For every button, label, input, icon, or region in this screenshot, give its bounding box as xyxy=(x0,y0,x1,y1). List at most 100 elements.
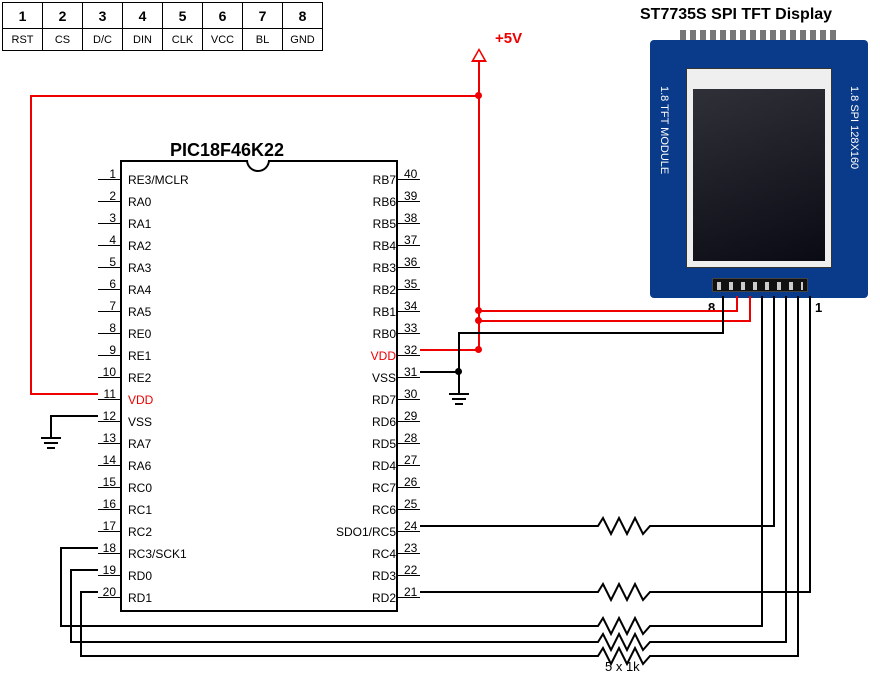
display-side-right: 1.8 SPI 128X160 xyxy=(848,86,860,169)
legend-cell: RST xyxy=(3,29,43,51)
pin-number: 14 xyxy=(92,453,116,467)
wire-vdd-disp-up1 xyxy=(736,296,738,312)
wire-vdd-to-pin32 xyxy=(420,349,480,351)
wire-clk-d xyxy=(761,296,763,627)
power-label: +5V xyxy=(495,30,522,47)
wire-cs-b xyxy=(80,655,590,657)
pin-label: RB7 xyxy=(258,173,396,195)
pin-number: 25 xyxy=(404,497,428,511)
pin-label: RD4 xyxy=(258,459,396,481)
pin-label: RA0 xyxy=(128,195,218,217)
pin-label: RA1 xyxy=(128,217,218,239)
pin-label: RE3/MCLR xyxy=(128,173,218,195)
pin-number: 9 xyxy=(92,343,116,357)
legend-cell: 5 xyxy=(163,3,203,29)
wire-dc-b xyxy=(70,641,590,643)
legend-cell: 6 xyxy=(203,3,243,29)
pin-number: 22 xyxy=(404,563,428,577)
wire-rst-c xyxy=(809,296,811,593)
node xyxy=(475,346,482,353)
wire-gnd12-v xyxy=(50,415,52,437)
pin-label: RB1 xyxy=(258,305,396,327)
schematic: 1 2 3 4 5 6 7 8 RST CS D/C DIN CLK VCC B… xyxy=(0,0,880,660)
pin-number: 34 xyxy=(404,299,428,313)
wire-rst-a xyxy=(420,591,590,593)
pin-number: 10 xyxy=(92,365,116,379)
pin-label: RC0 xyxy=(128,481,218,503)
display-title: ST7735S SPI TFT Display xyxy=(640,6,832,24)
wire-clk-l2 xyxy=(60,547,62,625)
wire-vdd-disp-up2 xyxy=(749,296,751,322)
pin-label: RE1 xyxy=(128,349,218,371)
pin-label: RA7 xyxy=(128,437,218,459)
pin-label: RC3/SCK1 xyxy=(128,547,218,569)
wire-vdd-top xyxy=(30,95,480,97)
pin-label: RC2 xyxy=(128,525,218,547)
wire-gnd-up xyxy=(458,332,460,373)
resistor-icon xyxy=(590,516,660,536)
pin-label: RA4 xyxy=(128,283,218,305)
display-bezel xyxy=(686,68,832,268)
legend-cell: CS xyxy=(43,29,83,51)
pin-label: RD6 xyxy=(258,415,396,437)
pin-label: RD1 xyxy=(128,591,218,613)
wire-gnd12 xyxy=(50,415,98,417)
legend-cell: 2 xyxy=(43,3,83,29)
power-arrow-icon xyxy=(471,48,487,62)
wire-cs-l1 xyxy=(80,591,98,593)
legend-cell: GND xyxy=(283,29,323,51)
wire-vdd-to-pin11 xyxy=(30,393,98,395)
pin-label: RD7 xyxy=(258,393,396,415)
legend-cell: 8 xyxy=(283,3,323,29)
wire-dc-c xyxy=(660,641,787,643)
pin-number: 2 xyxy=(92,189,116,203)
display-pin1-mark: 1 xyxy=(815,300,822,315)
node xyxy=(475,317,482,324)
tft-display: 1.8 TFT MODULE 1.8 SPI 128X160 xyxy=(650,40,868,298)
pin-label: VDD xyxy=(258,349,396,371)
pin-label: RD5 xyxy=(258,437,396,459)
legend-cell: 1 xyxy=(3,3,43,29)
resistor-icon xyxy=(590,582,660,602)
pin-label: RD3 xyxy=(258,569,396,591)
pin-number: 29 xyxy=(404,409,428,423)
pin-label: RB3 xyxy=(258,261,396,283)
pin-number: 8 xyxy=(92,321,116,335)
pin-number: 39 xyxy=(404,189,428,203)
wire-din-c xyxy=(773,296,775,527)
pin-label: SDO1/RC5 xyxy=(258,525,396,547)
wire-gnd31 xyxy=(420,371,460,373)
ground-icon xyxy=(41,437,61,449)
display-side-left: 1.8 TFT MODULE xyxy=(658,86,670,174)
pin-number: 35 xyxy=(404,277,428,291)
pin-label: RE2 xyxy=(128,371,218,393)
ground-icon xyxy=(449,393,469,405)
legend-cell: DIN xyxy=(123,29,163,51)
wire-rst-b xyxy=(660,591,811,593)
pin-label: RB0 xyxy=(258,327,396,349)
pin-number: 23 xyxy=(404,541,428,555)
pin-label: RC7 xyxy=(258,481,396,503)
legend-cell: 7 xyxy=(243,3,283,29)
pin-number: 1 xyxy=(92,167,116,181)
legend-cell: D/C xyxy=(83,29,123,51)
wire-vdd-leftdrop xyxy=(30,95,32,393)
pin-number: 7 xyxy=(92,299,116,313)
wire-cs-d xyxy=(797,296,799,657)
pin-label: RD0 xyxy=(128,569,218,591)
wire-clk-b xyxy=(60,625,590,627)
pin-number: 4 xyxy=(92,233,116,247)
pin-label: VSS xyxy=(128,415,218,437)
pin-label: RA5 xyxy=(128,305,218,327)
pin-label: RA3 xyxy=(128,261,218,283)
resistor-label: 5 x 1k xyxy=(605,659,640,674)
legend-cell: 3 xyxy=(83,3,123,29)
wire-clk-l1 xyxy=(60,547,98,549)
pin-label: RD2 xyxy=(258,591,396,613)
pin-number: 30 xyxy=(404,387,428,401)
wire-dc-l2 xyxy=(70,569,72,641)
wire-vdd-to-disp xyxy=(478,310,738,312)
wire-vdd-to-disp2 xyxy=(478,320,751,322)
wire-clk-c xyxy=(660,625,763,627)
pin-legend: 1 2 3 4 5 6 7 8 RST CS D/C DIN CLK VCC B… xyxy=(2,2,323,51)
